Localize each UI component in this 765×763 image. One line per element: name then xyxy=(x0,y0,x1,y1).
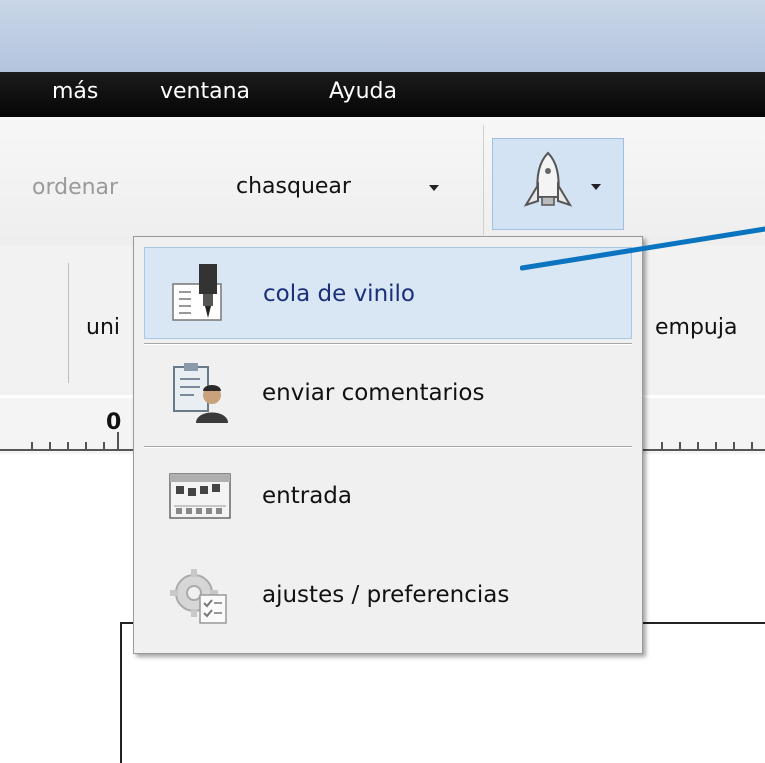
menu-item-label: entrada xyxy=(262,483,352,509)
menu-item-label: enviar comentarios xyxy=(262,380,485,406)
rocket-chevron-down-icon xyxy=(591,184,601,190)
empujar-button[interactable]: empuja xyxy=(655,315,737,340)
chasquear-dropdown[interactable]: chasquear xyxy=(236,172,351,202)
ordenar-button[interactable]: ordenar xyxy=(32,173,118,203)
unir-button[interactable]: uni xyxy=(86,315,120,340)
window-titlebar xyxy=(0,0,765,72)
rocket-icon xyxy=(523,151,573,207)
vinyl-cutter-icon xyxy=(172,264,222,321)
menu-separator-highlight xyxy=(144,344,632,345)
menu-ventana[interactable]: ventana xyxy=(156,72,254,117)
menu-mas[interactable]: más xyxy=(48,72,102,117)
rocket-dropdown-button[interactable] xyxy=(492,138,624,230)
settings-gear-checklist-icon xyxy=(170,569,227,624)
input-grid-icon xyxy=(169,473,231,519)
menu-separator-highlight xyxy=(144,447,632,448)
menubar: más ventana Ayuda xyxy=(0,72,765,117)
menu-item-enviar-comentarios[interactable]: enviar comentarios xyxy=(144,347,632,439)
chasquear-chevron-down-icon[interactable] xyxy=(429,185,439,191)
toolbar-divider xyxy=(68,263,69,383)
menu-item-ajustes-preferencias[interactable]: ajustes / preferencias xyxy=(144,549,632,641)
menu-ayuda[interactable]: Ayuda xyxy=(325,72,401,117)
callout-pointer-line xyxy=(520,226,765,271)
menu-item-label: cola de vinilo xyxy=(263,281,416,307)
menu-item-entrada[interactable]: entrada xyxy=(144,450,632,542)
menu-item-label: ajustes / preferencias xyxy=(262,582,510,608)
feedback-clipboard-person-icon xyxy=(173,363,228,423)
canvas-border-left xyxy=(120,622,122,763)
rocket-dropdown-menu: cola de vinilo enviar comentarios entrad… xyxy=(133,236,643,654)
toolbar-separator xyxy=(483,125,484,235)
